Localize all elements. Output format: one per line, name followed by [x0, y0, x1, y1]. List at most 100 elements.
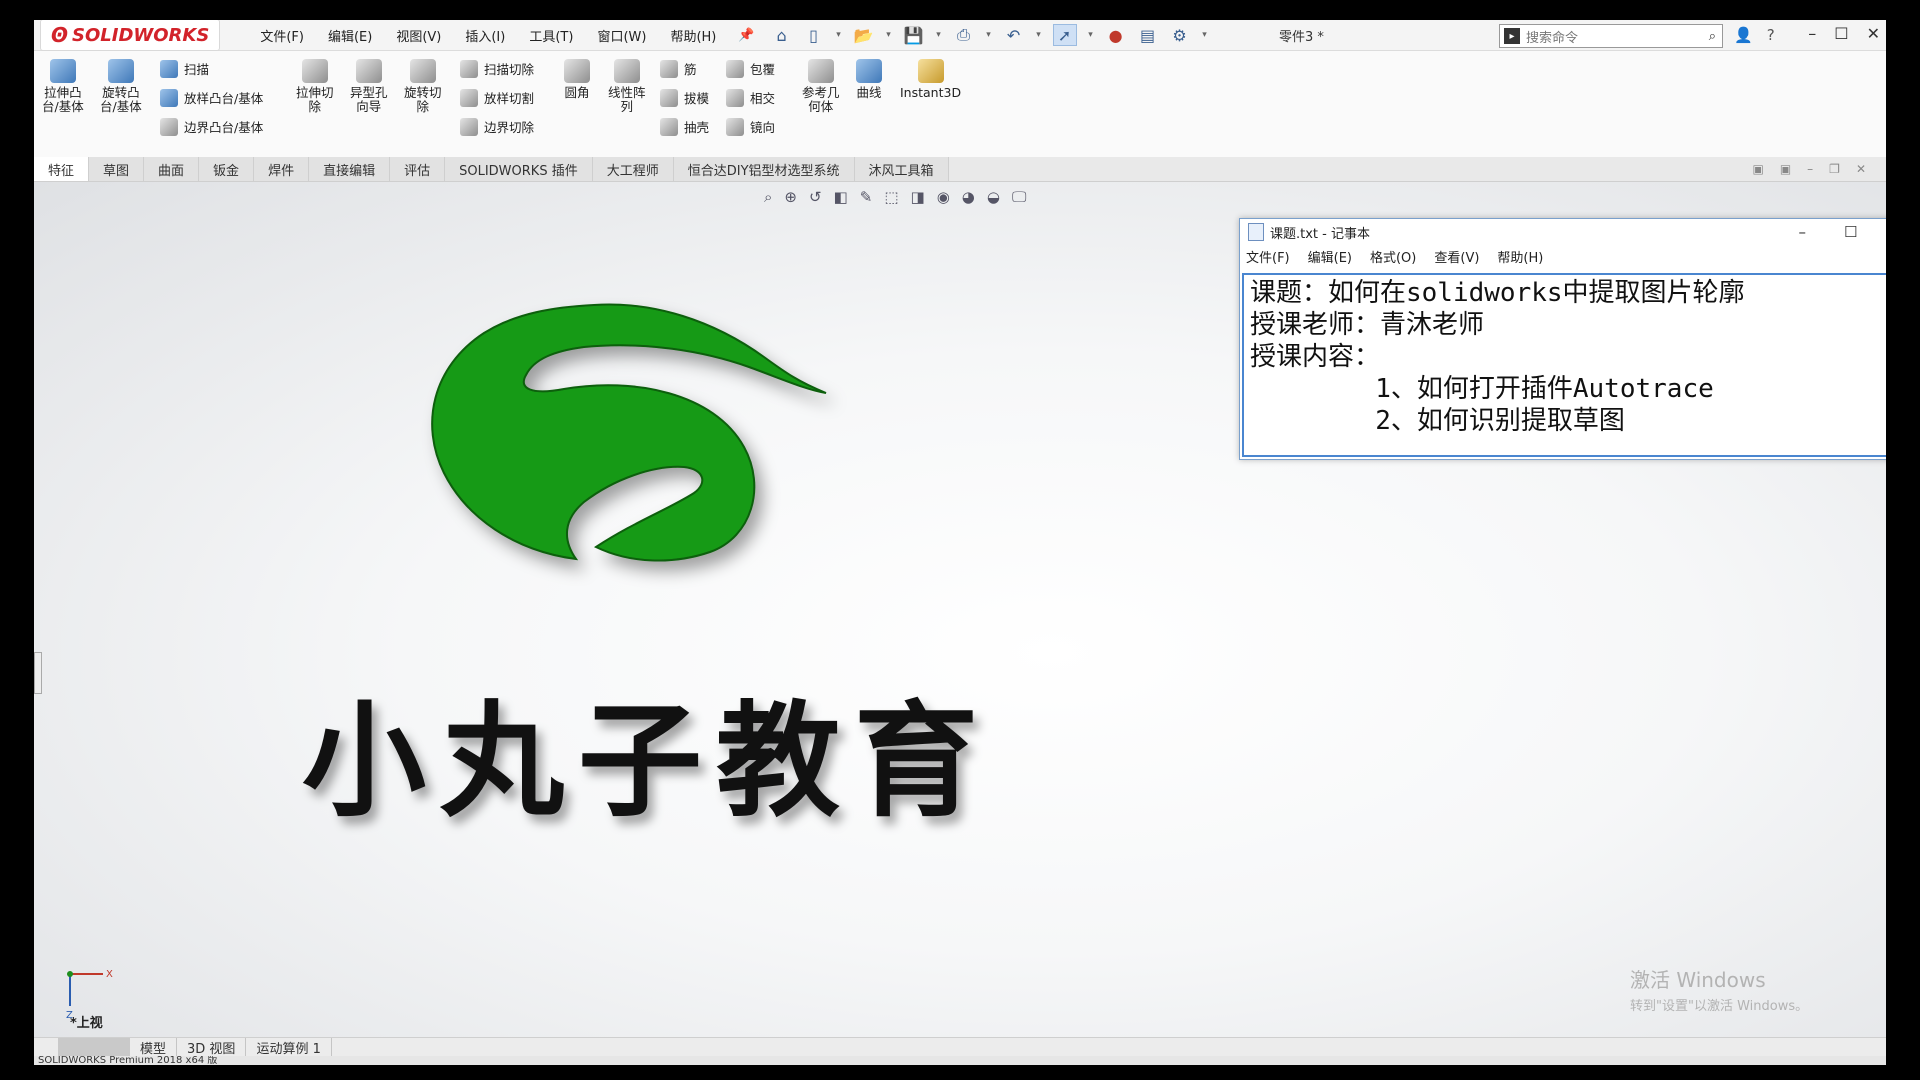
save-dropdown-icon[interactable]: ▾ — [935, 25, 943, 45]
menu-insert[interactable]: 插入(I) — [453, 26, 517, 45]
tab-addins[interactable]: SOLIDWORKS 插件 — [445, 157, 593, 181]
open-folder-icon[interactable]: 📂 — [853, 25, 875, 45]
menu-window[interactable]: 窗口(W) — [585, 26, 658, 45]
reference-geometry-button[interactable]: 参考几 何体 — [802, 59, 840, 114]
intersect-button[interactable]: 相交 — [726, 88, 775, 107]
menu-edit[interactable]: 编辑(E) — [316, 26, 384, 45]
save-icon[interactable]: 💾 — [903, 25, 925, 45]
section-view-icon[interactable]: ◧ — [834, 188, 848, 206]
options-gear-icon[interactable]: ⚙ — [1169, 25, 1191, 45]
boundary-boss-button[interactable]: 边界凸台/基体 — [160, 117, 263, 136]
maximize-icon[interactable]: ☐ — [1834, 24, 1848, 43]
revolve-cut-icon — [409, 59, 436, 83]
notepad-menu-view[interactable]: 查看(V) — [1434, 247, 1479, 266]
notepad-menu-help[interactable]: 帮助(H) — [1497, 247, 1543, 266]
panel-right-icon[interactable]: ▣ — [1780, 162, 1791, 176]
mirror-button[interactable]: 镜向 — [726, 117, 775, 136]
select-pointer-icon[interactable]: ➚ — [1052, 24, 1077, 46]
hide-show-icon[interactable]: ◉ — [937, 188, 950, 206]
menu-view[interactable]: 视图(V) — [384, 26, 453, 45]
revolve-cut-button[interactable]: 旋转切 除 — [404, 59, 442, 114]
tab-sketch[interactable]: 草图 — [89, 157, 145, 181]
tab-mufeng-toolbox[interactable]: 沐风工具箱 — [854, 157, 949, 181]
view-orientation-icon[interactable]: ⬚ — [884, 188, 898, 206]
tab-scroll-arrows[interactable] — [58, 1038, 130, 1056]
tab-sheet-metal[interactable]: 钣金 — [199, 157, 255, 181]
doc-restore-icon[interactable]: ❐ — [1829, 162, 1840, 176]
tab-weldments[interactable]: 焊件 — [254, 157, 310, 181]
undo-dropdown-icon[interactable]: ▾ — [1035, 25, 1043, 45]
tab-big-engineer[interactable]: 大工程师 — [592, 157, 674, 181]
notepad-menu-file[interactable]: 文件(F) — [1246, 247, 1290, 266]
extrude-boss-button[interactable]: 拉伸凸 台/基体 — [42, 59, 84, 114]
revolve-boss-button[interactable]: 旋转凸 台/基体 — [100, 59, 142, 114]
sweep-button[interactable]: 扫描 — [160, 59, 209, 78]
notepad-menu-format[interactable]: 格式(O) — [1370, 247, 1416, 266]
doc-minimize-icon[interactable]: – — [1807, 162, 1813, 176]
pin-menu-icon[interactable]: 📌 — [738, 28, 754, 43]
help-question-icon[interactable]: ? — [1767, 26, 1775, 44]
previous-view-icon[interactable]: ↺ — [809, 188, 822, 206]
home-icon[interactable]: ⌂ — [771, 25, 793, 45]
print-icon[interactable]: ⎙ — [953, 25, 975, 45]
open-dropdown-icon[interactable]: ▾ — [885, 25, 893, 45]
select-dropdown-icon[interactable]: ▾ — [1087, 25, 1095, 45]
dynamic-annotation-icon[interactable]: ✎ — [860, 188, 873, 206]
notepad-maximize-icon[interactable]: ☐ — [1844, 223, 1857, 241]
rib-button[interactable]: 筋 — [660, 59, 697, 78]
close-icon[interactable]: ✕ — [1867, 24, 1880, 43]
new-dropdown-icon[interactable]: ▾ — [835, 25, 843, 45]
feature-tree-collapse-handle[interactable] — [34, 652, 42, 694]
shell-button[interactable]: 抽壳 — [660, 117, 709, 136]
solidworks-logo[interactable]: Ꙩ SOLIDWORKS — [40, 20, 221, 51]
edit-appearance-icon[interactable]: ◕ — [962, 188, 975, 206]
menu-help[interactable]: 帮助(H) — [658, 26, 728, 45]
undo-icon[interactable]: ↶ — [1003, 25, 1025, 45]
display-style-icon[interactable]: ◨ — [911, 188, 925, 206]
fillet-button[interactable]: 圆角 — [564, 59, 590, 100]
shell-icon — [660, 117, 678, 136]
zoom-to-fit-icon[interactable]: ⌕ — [764, 188, 772, 206]
panel-left-icon[interactable]: ▣ — [1752, 162, 1763, 176]
doc-close-icon[interactable]: ✕ — [1856, 162, 1866, 176]
print-dropdown-icon[interactable]: ▾ — [985, 25, 993, 45]
draft-button[interactable]: 拔模 — [660, 88, 709, 107]
hole-wizard-button[interactable]: 异型孔 向导 — [350, 59, 388, 114]
extrude-cut-button[interactable]: 拉伸切 除 — [296, 59, 334, 114]
tab-motion-study[interactable]: 运动算例 1 — [246, 1038, 332, 1057]
notepad-text-area[interactable]: 课题：如何在solidworks中提取图片轮廓 授课老师：青沐老师 授课内容： … — [1242, 273, 1886, 457]
notepad-title-bar[interactable]: 课题.txt - 记事本 — [1240, 219, 1886, 245]
curves-button[interactable]: 曲线 — [856, 59, 882, 100]
instant3d-button[interactable]: Instant3D — [900, 59, 961, 100]
search-scope-icon[interactable]: ▸ — [1504, 28, 1520, 44]
file-properties-icon[interactable]: ▤ — [1137, 25, 1159, 45]
search-icon[interactable]: ⌕ — [1709, 29, 1716, 44]
wrap-button[interactable]: 包覆 — [726, 59, 775, 78]
options-dropdown-icon[interactable]: ▾ — [1201, 25, 1209, 45]
loft-boss-button[interactable]: 放样凸台/基体 — [160, 88, 263, 107]
loft-cut-button[interactable]: 放样切割 — [460, 88, 534, 107]
new-document-icon[interactable]: ▯ — [803, 25, 825, 45]
linear-pattern-button[interactable]: 线性阵 列 — [608, 59, 646, 114]
tab-model[interactable]: 模型 — [130, 1038, 178, 1057]
user-icon[interactable]: 👤 — [1734, 26, 1753, 44]
tab-3d-views[interactable]: 3D 视图 — [177, 1038, 247, 1057]
apply-scene-icon[interactable]: ◒ — [987, 188, 1000, 206]
tab-evaluate[interactable]: 评估 — [390, 157, 446, 181]
tab-features[interactable]: 特征 — [34, 157, 90, 181]
notepad-menu-edit[interactable]: 编辑(E) — [1308, 247, 1352, 266]
zoom-area-icon[interactable]: ⊕ — [784, 188, 797, 206]
rebuild-icon[interactable]: ● — [1105, 25, 1127, 45]
tab-direct-editing[interactable]: 直接编辑 — [309, 157, 391, 181]
minimize-icon[interactable]: – — [1808, 24, 1816, 43]
search-commands-input[interactable]: ▸ 搜索命令 ⌕ — [1499, 24, 1723, 48]
boundary-cut-button[interactable]: 边界切除 — [460, 117, 534, 136]
view-settings-icon[interactable]: 🖵 — [1012, 188, 1026, 206]
notepad-minimize-icon[interactable]: – — [1798, 223, 1806, 241]
sweep-cut-button[interactable]: 扫描切除 — [460, 59, 534, 78]
menu-file[interactable]: 文件(F) — [248, 26, 316, 45]
menu-tools[interactable]: 工具(T) — [517, 26, 585, 45]
tab-surfaces[interactable]: 曲面 — [144, 157, 200, 181]
tab-aluminum-profile[interactable]: 恒合达DIY铝型材选型系统 — [673, 157, 855, 181]
notepad-window[interactable]: 课题.txt - 记事本 – ☐ ✕ 文件(F) 编辑(E) 格式(O) 查看(… — [1239, 218, 1886, 460]
